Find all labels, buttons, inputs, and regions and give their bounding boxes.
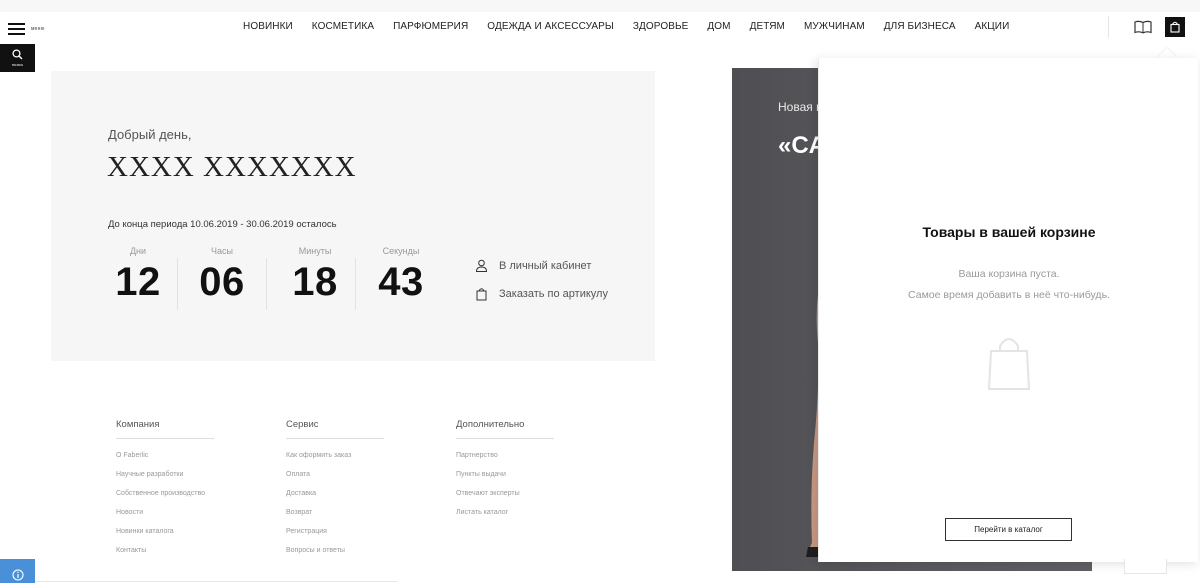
- countdown-seconds: Секунды 43: [369, 246, 433, 305]
- footer-link[interactable]: Контакты: [116, 547, 214, 566]
- header-divider: [1108, 16, 1109, 38]
- footer-link[interactable]: Новинки каталога: [116, 528, 214, 547]
- footer-link[interactable]: Возврат: [286, 509, 384, 528]
- footer-link[interactable]: Листать каталог: [456, 509, 554, 528]
- cart-button[interactable]: [1165, 17, 1185, 37]
- nav-item-home[interactable]: ДОМ: [707, 21, 730, 35]
- period-text: До конца периода 10.06.2019 - 30.06.2019…: [108, 219, 337, 230]
- info-button[interactable]: [0, 559, 35, 583]
- countdown-label: Часы: [211, 246, 233, 256]
- catalog-book-icon[interactable]: [1134, 20, 1152, 34]
- footer-link[interactable]: Партнерство: [456, 452, 554, 471]
- bag-outline-icon: [476, 288, 487, 301]
- countdown-divider: [177, 258, 178, 310]
- countdown-label: Минуты: [298, 246, 332, 256]
- greeting-card: Добрый день, XXXX XXXXXXX До конца перио…: [51, 71, 655, 361]
- countdown-value: 18: [292, 260, 338, 304]
- countdown-minutes: Минуты 18: [283, 246, 347, 305]
- footer-link[interactable]: Пункты выдачи: [456, 471, 554, 490]
- footer-column-title: Дополнительно: [456, 419, 554, 439]
- menu-label: меню: [31, 26, 45, 32]
- footer-link[interactable]: Отвечают эксперты: [456, 490, 554, 509]
- countdown-divider: [355, 258, 356, 310]
- nav-item-promo[interactable]: АКЦИИ: [975, 21, 1010, 35]
- user-icon: [475, 259, 488, 272]
- countdown-divider: [266, 258, 267, 310]
- footer-column-extra: Дополнительно Партнерство Пункты выдачи …: [456, 419, 554, 528]
- go-to-catalog-button[interactable]: Перейти в каталог: [945, 518, 1072, 541]
- footer-column-service: Сервис Как оформить заказ Оплата Доставк…: [286, 419, 384, 566]
- footer-link[interactable]: Научные разработки: [116, 471, 214, 490]
- footer-column-title: Сервис: [286, 419, 384, 439]
- cart-empty-message: Ваша корзина пуста.: [958, 268, 1060, 280]
- footer-link[interactable]: Вопросы и ответы: [286, 547, 384, 566]
- shopping-bag-icon: [1170, 21, 1180, 33]
- menu-button[interactable]: меню: [8, 20, 52, 38]
- main-nav: НОВИНКИ КОСМЕТИКА ПАРФЮМЕРИЯ ОДЕЖДА И АК…: [243, 21, 1028, 35]
- order-by-article-link[interactable]: Заказать по артикулу: [475, 287, 608, 301]
- nav-item-business[interactable]: ДЛЯ БИЗНЕСА: [884, 21, 956, 35]
- user-name: XXXX XXXXXXX: [107, 151, 357, 183]
- nav-item-men[interactable]: МУЖЧИНАМ: [804, 21, 865, 35]
- footer-link[interactable]: О Faberlic: [116, 452, 214, 471]
- footer-link[interactable]: Доставка: [286, 490, 384, 509]
- nav-item-new[interactable]: НОВИНКИ: [243, 21, 293, 35]
- footer-column-company: Компания О Faberlic Научные разработки С…: [116, 419, 214, 566]
- empty-bag-icon: [988, 338, 1030, 390]
- footer-column-title: Компания: [116, 419, 214, 439]
- cart-dropdown: Товары в вашей корзине Ваша корзина пуст…: [818, 58, 1198, 562]
- search-icon: [12, 49, 23, 60]
- cabinet-link-label: В личный кабинет: [499, 259, 592, 272]
- footer-link[interactable]: Как оформить заказ: [286, 452, 384, 471]
- nav-item-health[interactable]: ЗДОРОВЬЕ: [633, 21, 689, 35]
- cart-title: Товары в вашей корзине: [922, 224, 1096, 240]
- banner-subtitle: Новая к: [778, 100, 822, 114]
- countdown-value: 43: [378, 260, 424, 304]
- countdown-label: Секунды: [382, 246, 420, 256]
- search-button[interactable]: поиск: [0, 44, 35, 72]
- hamburger-icon: [8, 22, 25, 36]
- footer-link[interactable]: Регистрация: [286, 528, 384, 547]
- greeting-text: Добрый день,: [108, 127, 192, 142]
- nav-item-clothing[interactable]: ОДЕЖДА И АКСЕССУАРЫ: [487, 21, 614, 35]
- footer-link[interactable]: Новости: [116, 509, 214, 528]
- search-label: поиск: [11, 62, 24, 67]
- top-strip: [0, 0, 1200, 12]
- footer-link[interactable]: Собственное производство: [116, 490, 214, 509]
- cabinet-link[interactable]: В личный кабинет: [475, 259, 591, 272]
- countdown-value: 12: [115, 260, 161, 304]
- scroll-area-edge: [1124, 559, 1167, 574]
- info-icon: [11, 569, 24, 581]
- nav-item-perfume[interactable]: ПАРФЮМЕРИЯ: [393, 21, 468, 35]
- cart-empty-hint: Самое время добавить в неё что-нибудь.: [908, 289, 1110, 301]
- nav-item-kids[interactable]: ДЕТЯМ: [750, 21, 785, 35]
- countdown-days: Дни 12: [113, 246, 163, 305]
- order-link-label: Заказать по артикулу: [499, 288, 608, 300]
- nav-item-cosmetics[interactable]: КОСМЕТИКА: [312, 21, 374, 35]
- bottom-divider: [35, 581, 397, 582]
- countdown-label: Дни: [129, 246, 147, 256]
- countdown-hours: Часы 06: [191, 246, 253, 305]
- footer-link[interactable]: Оплата: [286, 471, 384, 490]
- countdown-value: 06: [199, 260, 245, 304]
